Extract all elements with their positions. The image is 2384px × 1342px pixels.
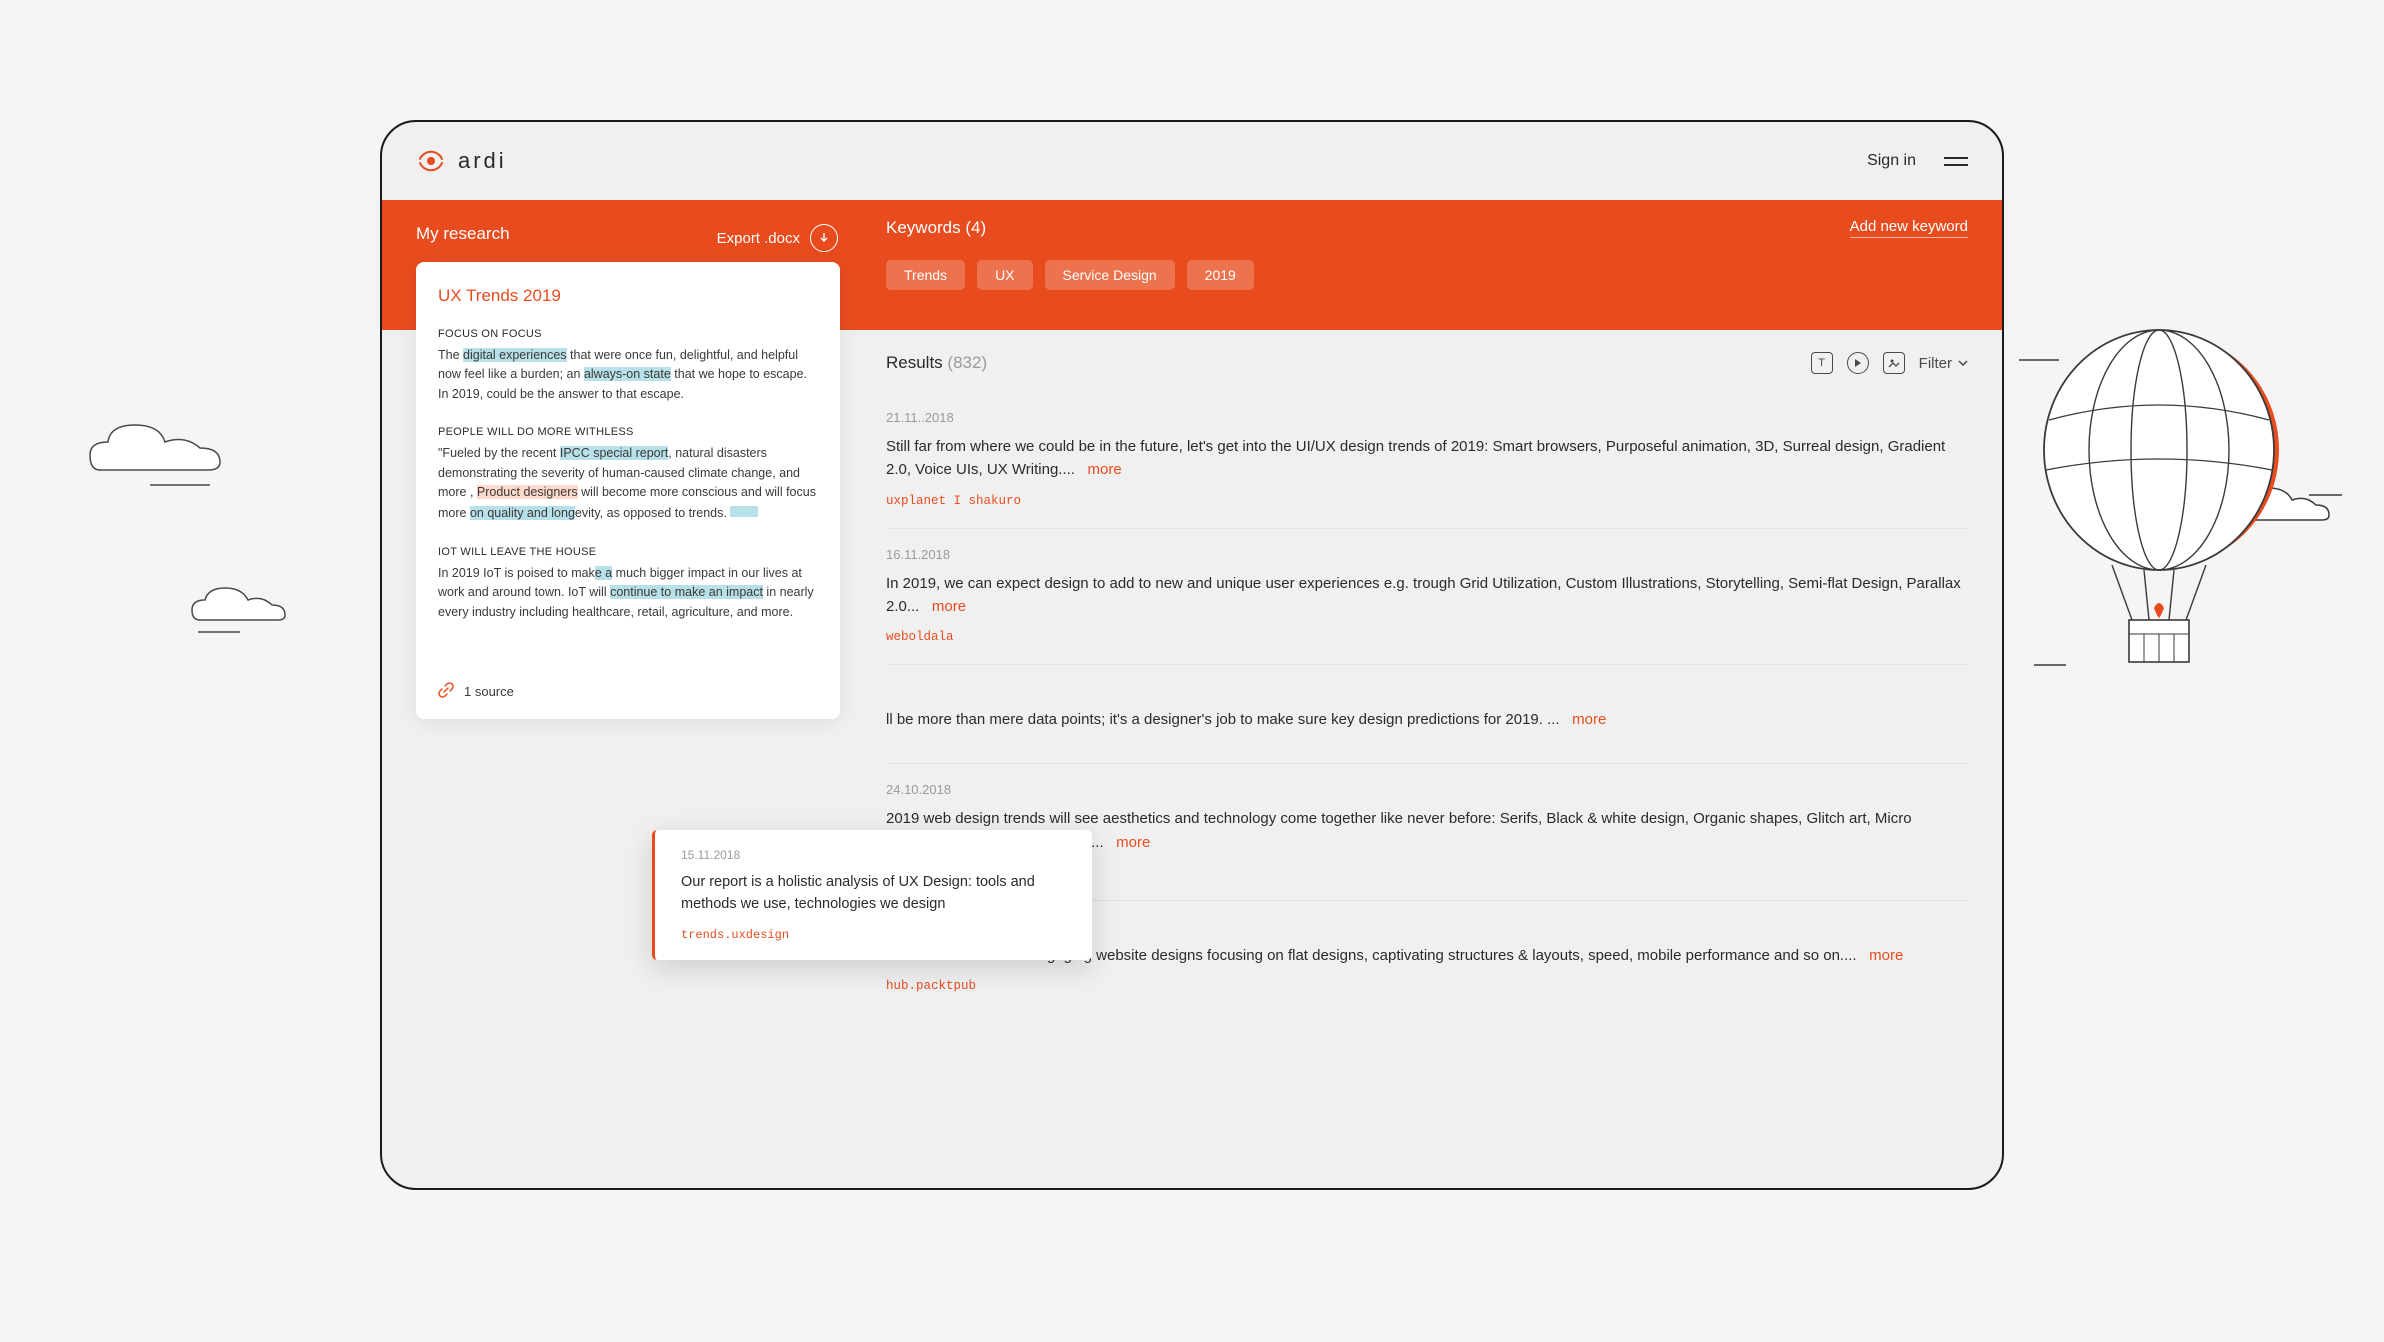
- result-item[interactable]: 21.11..2018 Still far from where we coul…: [886, 392, 1968, 528]
- result-source: hub.packtpub: [886, 979, 1968, 993]
- note-column: UX Trends 2019 FOCUS ON FOCUS The digita…: [382, 330, 862, 1188]
- results-column: Results (832) T Filter: [862, 330, 2002, 1188]
- more-link[interactable]: more: [932, 598, 966, 615]
- note-section: IOT WILL LEAVE THE HOUSE In 2019 IoT is …: [438, 544, 818, 622]
- more-link[interactable]: more: [1116, 834, 1150, 851]
- menu-icon[interactable]: [1944, 152, 1968, 171]
- more-link[interactable]: more: [1572, 711, 1606, 728]
- note-title: UX Trends 2019: [438, 286, 818, 306]
- device-frame: ardi Sign in My research Export .docx Ke…: [380, 120, 2004, 1190]
- topbar: ardi Sign in: [382, 122, 2002, 200]
- more-link[interactable]: more: [1087, 461, 1121, 478]
- result-date: 15.11.2018: [681, 848, 1070, 862]
- add-keyword-link[interactable]: Add new keyword: [1850, 218, 1968, 238]
- note-footer: 1 source: [438, 668, 818, 701]
- chip-2019[interactable]: 2019: [1187, 260, 1254, 290]
- chevron-down-icon: [1958, 360, 1968, 366]
- logo-text: ardi: [458, 148, 507, 174]
- results-title: Results (832): [886, 353, 987, 373]
- result-text: Our report is a holistic analysis of UX …: [681, 872, 1070, 916]
- result-source: trends.uxdesign: [681, 928, 1070, 942]
- note-card[interactable]: UX Trends 2019 FOCUS ON FOCUS The digita…: [416, 262, 840, 719]
- note-section: PEOPLE WILL DO MORE WITHLESS "Fueled by …: [438, 424, 818, 524]
- more-link[interactable]: more: [1869, 947, 1903, 964]
- keywords-label: Keywords (4): [886, 218, 986, 238]
- image-view-icon[interactable]: [1883, 352, 1905, 374]
- cloud-icon: [170, 570, 320, 650]
- balloon-illustration: [2004, 320, 2344, 805]
- source-count[interactable]: 1 source: [464, 684, 514, 699]
- result-source: weboldala: [886, 630, 1968, 644]
- result-item[interactable]: 16.11.2018 In 2019, we can expect design…: [886, 528, 1968, 665]
- floating-result-card[interactable]: 15.11.2018 Our report is a holistic anal…: [652, 830, 1092, 960]
- export-button[interactable]: Export .docx: [717, 224, 838, 252]
- chip-ux[interactable]: UX: [977, 260, 1032, 290]
- signin-link[interactable]: Sign in: [1867, 152, 1916, 170]
- logo-icon: [416, 146, 446, 176]
- chip-trends[interactable]: Trends: [886, 260, 965, 290]
- text-view-icon[interactable]: T: [1811, 352, 1833, 374]
- result-item[interactable]: 15.11.2018 ll be more than mere data poi…: [886, 664, 1968, 763]
- link-icon: [438, 682, 454, 701]
- logo[interactable]: ardi: [416, 146, 507, 176]
- result-source: uxplanet I shakuro: [886, 494, 1968, 508]
- section-title: My research: [416, 224, 510, 244]
- play-icon[interactable]: [1847, 352, 1869, 374]
- note-section: FOCUS ON FOCUS The digital experiences t…: [438, 326, 818, 404]
- download-icon: [810, 224, 838, 252]
- chip-service-design[interactable]: Service Design: [1045, 260, 1175, 290]
- filter-button[interactable]: Filter: [1919, 355, 1968, 372]
- cloud-icon: [60, 400, 260, 500]
- highlight-mark: [730, 506, 758, 517]
- keyword-chips: Trends UX Service Design 2019: [886, 260, 1968, 290]
